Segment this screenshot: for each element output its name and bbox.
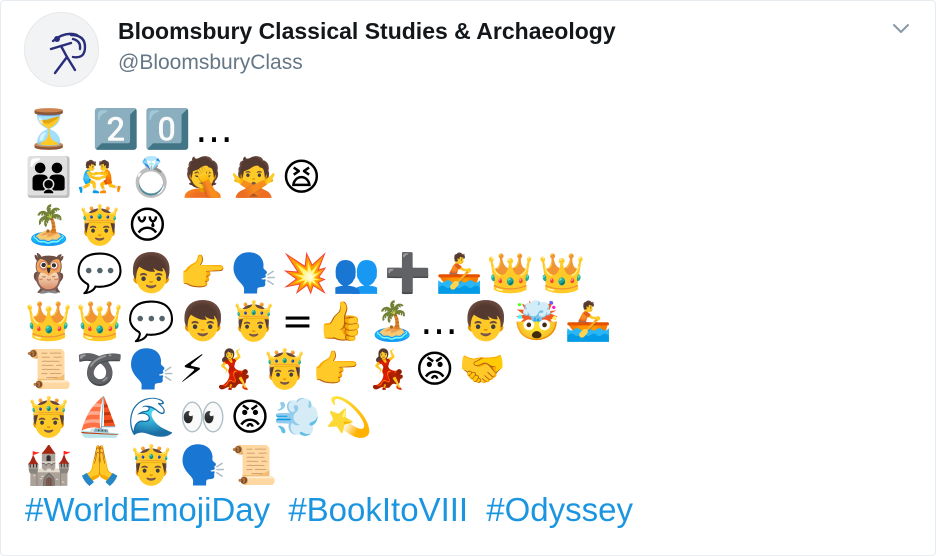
emoji-line: 👑👑💬👦🤴=👍🏝️…👦🤯🚣	[25, 299, 616, 343]
hashtag-link[interactable]: #BookItoVIII	[288, 491, 468, 528]
chevron-down-icon	[893, 24, 909, 33]
emoji-line: ⏳ 2️⃣0️⃣…	[25, 107, 238, 151]
tweet-card: Bloomsbury Classical Studies & Archaeolo…	[0, 0, 936, 556]
emoji-line: 🏝️🤴😢	[25, 203, 172, 247]
emoji-line: 🦉💬👦👉🗣️💥👥➕🚣👑👑	[25, 251, 590, 295]
hashtag-list: #WorldEmojiDay #BookItoVIII #Odyssey	[25, 491, 642, 529]
hashtag-link[interactable]: #Odyssey	[486, 491, 633, 528]
tweet-text: ⏳ 2️⃣0️⃣… 👪🤼💍🤦🙅😫 🏝️🤴😢 🦉💬👦👉🗣️💥👥➕🚣👑👑 👑👑💬👦🤴…	[25, 105, 905, 489]
avatar[interactable]	[24, 12, 99, 87]
emoji-line: 📜➰🗣️⚡💃🤴👉💃😡🤝	[25, 347, 510, 391]
display-name[interactable]: Bloomsbury Classical Studies & Archaeolo…	[118, 18, 616, 45]
account-handle[interactable]: @BloomsburyClass	[118, 51, 303, 75]
logo-figure-icon	[49, 32, 87, 75]
tweet-menu-button[interactable]	[889, 19, 913, 37]
emoji-line: 🏰🙏🤴🗣️📜	[25, 443, 282, 487]
hashtag-link[interactable]: #WorldEmojiDay	[25, 491, 270, 528]
emoji-line: 👪🤼💍🤦🙅😫	[25, 155, 326, 199]
emoji-line: 🤴⛵🌊👀😡💨💫	[25, 395, 377, 439]
